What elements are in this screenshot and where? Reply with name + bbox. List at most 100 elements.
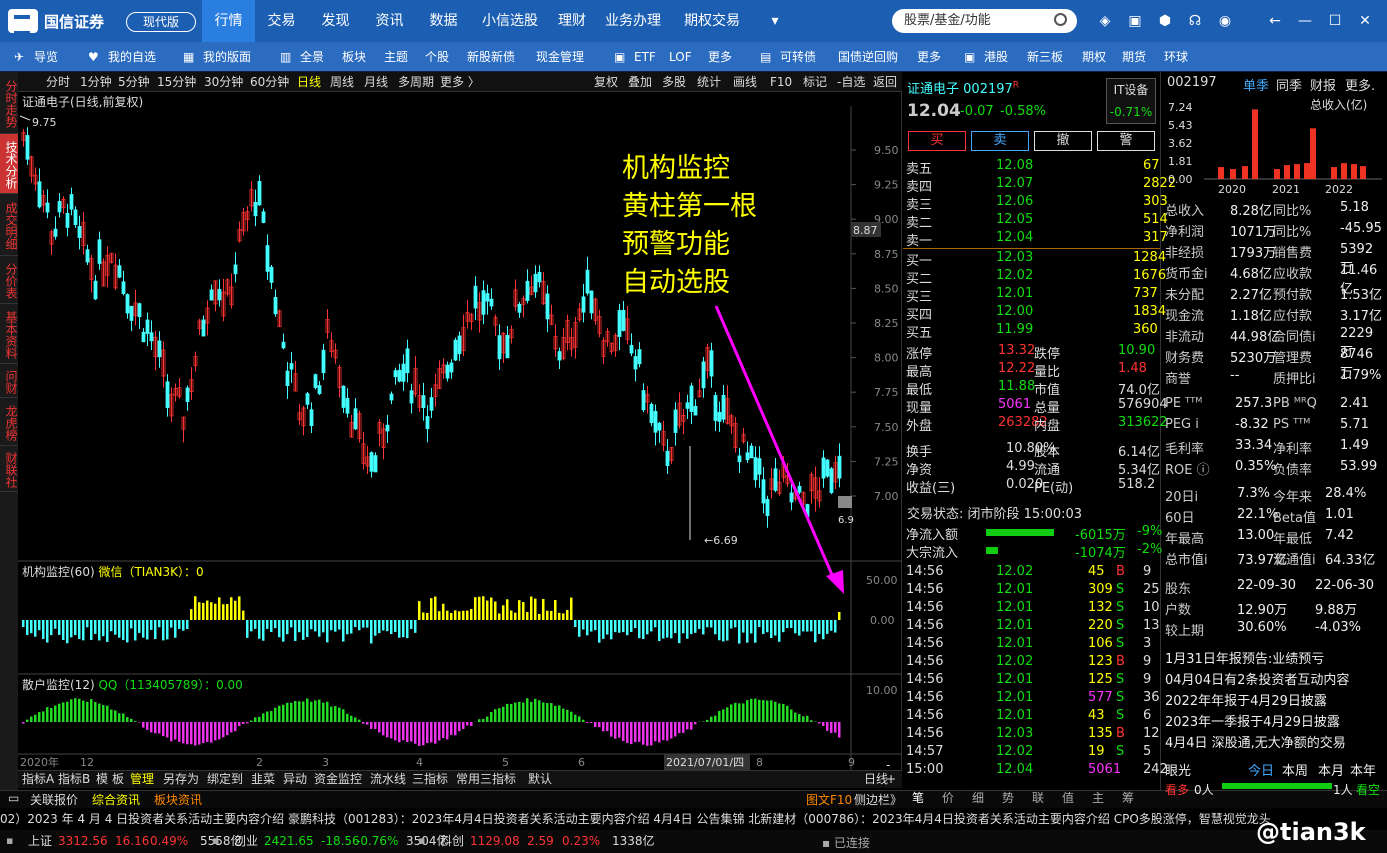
maximize-icon[interactable]: ☐: [1327, 13, 1343, 29]
index-cell[interactable]: 2421.65: [264, 830, 314, 853]
detail-tab[interactable]: 细: [972, 789, 984, 806]
nav-item[interactable]: 可转债: [780, 42, 816, 72]
detail-tab[interactable]: 价: [942, 789, 954, 806]
fin-tab[interactable]: 财报: [1310, 75, 1336, 94]
top-menu-item[interactable]: 理财: [550, 0, 594, 42]
top-menu-item[interactable]: 小信选股: [471, 0, 549, 42]
minimize-icon[interactable]: —: [1297, 13, 1313, 29]
indicator-tab[interactable]: 模: [96, 771, 108, 787]
indicator-tab[interactable]: 异动: [283, 771, 307, 787]
news-tab-sector[interactable]: 板块资讯: [154, 791, 202, 808]
detail-tab[interactable]: 主: [1092, 789, 1104, 806]
nav-item[interactable]: 现金管理: [536, 42, 584, 72]
left-tab[interactable]: 分价表: [0, 256, 18, 304]
index-cell[interactable]: -18.56: [321, 830, 360, 853]
fin-tab[interactable]: 更多.: [1345, 75, 1375, 94]
chart-tool[interactable]: F10: [770, 72, 792, 92]
news-item[interactable]: 2023年一季报于4月29日披露: [1165, 711, 1340, 730]
chart-tool[interactable]: -自选: [837, 72, 865, 92]
view-tab[interactable]: 今日: [1248, 760, 1274, 779]
sector-box[interactable]: IT设备 -0.71%: [1106, 78, 1156, 124]
index-cell[interactable]: 创业: [234, 830, 258, 853]
left-tab[interactable]: 分时走势: [0, 72, 18, 134]
view-tab[interactable]: 眼光: [1165, 760, 1191, 779]
top-menu-item[interactable]: 交易: [255, 0, 308, 42]
nav-item[interactable]: 导览: [34, 42, 58, 72]
nav-item[interactable]: 环球: [1164, 42, 1188, 72]
indicator-tab[interactable]: 流水线: [370, 771, 406, 787]
detail-tab[interactable]: 势: [1002, 789, 1014, 806]
index-cell[interactable]: 2.59: [527, 830, 554, 853]
chart-tool[interactable]: 统计: [697, 72, 721, 92]
news-item[interactable]: 04月04日有2条投资者互动内容: [1165, 669, 1349, 688]
period-tab[interactable]: 日线: [297, 72, 321, 92]
indicator-tab[interactable]: 常用三指标: [456, 771, 516, 787]
search-input[interactable]: 股票/基金/功能: [892, 9, 1077, 33]
f-icon[interactable]: ▣: [1127, 13, 1143, 29]
chart-tool[interactable]: 返回: [873, 72, 897, 92]
chevron-down-icon[interactable]: ▾: [767, 13, 783, 29]
chart-tool[interactable]: 画线: [733, 72, 757, 92]
index-cell[interactable]: 1338亿: [612, 830, 655, 853]
chart-tool[interactable]: 叠加: [628, 72, 652, 92]
index-cell[interactable]: 1129.08: [470, 830, 520, 853]
indicator-tab[interactable]: 韭菜: [251, 771, 275, 787]
nav-item[interactable]: 新股新债: [467, 42, 515, 72]
nav-item[interactable]: 更多: [917, 42, 941, 72]
revenue-chart[interactable]: 7.24 5.43 3.62 1.81 0.00 2020 2021 2022: [1160, 95, 1387, 205]
left-tab[interactable]: 财联社: [0, 446, 18, 492]
nav-item[interactable]: 全景: [300, 42, 324, 72]
f10-link[interactable]: 图文F10: [806, 791, 852, 808]
left-tab[interactable]: 基本资料: [0, 304, 18, 364]
nav-item[interactable]: 期货: [1122, 42, 1146, 72]
view-tab[interactable]: 本年: [1350, 760, 1376, 779]
nav-item[interactable]: 板块: [342, 42, 366, 72]
search-icon[interactable]: [1054, 13, 1067, 26]
left-tab[interactable]: 龙虎榜: [0, 398, 18, 446]
news-item[interactable]: 2022年年报于4月29日披露: [1165, 690, 1327, 709]
nav-item[interactable]: 我的自选: [108, 42, 156, 72]
period-tab[interactable]: 多周期: [398, 72, 434, 92]
user-icon[interactable]: ◉: [1217, 13, 1233, 29]
sidebar-toggle[interactable]: 侧边栏》: [854, 791, 902, 808]
period-tab[interactable]: 60分钟: [250, 72, 289, 92]
nav-item[interactable]: 主题: [384, 42, 408, 72]
view-tab[interactable]: 本周: [1282, 760, 1308, 779]
nav-item[interactable]: 个股: [425, 42, 449, 72]
indicator-tab[interactable]: 指标A: [22, 771, 54, 787]
settings-icon[interactable]: ⬢: [1157, 13, 1173, 29]
nav-item[interactable]: 国债逆回购: [838, 42, 898, 72]
top-menu-item[interactable]: 期权交易: [672, 0, 752, 42]
nav-item[interactable]: 期权: [1082, 42, 1106, 72]
back-icon[interactable]: ←: [1267, 13, 1283, 29]
kline-chart[interactable]: 9.509.259.008.758.508.258.007.757.507.25…: [18, 106, 902, 770]
news-item[interactable]: 1月31日年报预告:业绩预亏: [1165, 648, 1324, 667]
fin-tab[interactable]: 单季: [1243, 75, 1269, 94]
period-tab[interactable]: 1分钟: [80, 72, 112, 92]
top-menu-item[interactable]: 业务办理: [594, 0, 672, 42]
trade-button[interactable]: 警: [1097, 131, 1155, 151]
detail-tab[interactable]: 联: [1032, 789, 1044, 806]
index-cell[interactable]: 0.23%: [562, 830, 600, 853]
top-menu-item[interactable]: 发现: [309, 0, 362, 42]
view-tab[interactable]: 本月: [1318, 760, 1344, 779]
period-tab[interactable]: 15分钟: [157, 72, 196, 92]
nav-item[interactable]: 我的版面: [203, 42, 251, 72]
left-tab[interactable]: 成交明细: [0, 194, 18, 256]
top-menu-item[interactable]: 行情: [202, 0, 255, 42]
trade-button[interactable]: 卖: [971, 131, 1029, 151]
fin-tab[interactable]: 同季: [1276, 75, 1302, 94]
index-cell[interactable]: 0.49%: [150, 830, 188, 853]
headset-icon[interactable]: ☊: [1187, 13, 1203, 29]
top-menu-item[interactable]: 数据: [417, 0, 470, 42]
indicator-tab[interactable]: 三指标: [412, 771, 448, 787]
indicator-tab[interactable]: 另存为: [163, 771, 199, 787]
news-tab-general[interactable]: 综合资讯: [92, 791, 140, 808]
period-tab[interactable]: 分时: [46, 72, 70, 92]
news-ticker[interactable]: 02）2023 年 4 月 4 日投资者关系活动主要内容介绍 豪鹏科技（0012…: [0, 809, 1387, 830]
nav-item[interactable]: 港股: [984, 42, 1008, 72]
indicator-tab[interactable]: 板: [112, 771, 124, 787]
period-tab[interactable]: 30分钟: [204, 72, 243, 92]
trade-button[interactable]: 买: [908, 131, 966, 151]
indicator-tab[interactable]: 默认: [528, 771, 552, 787]
